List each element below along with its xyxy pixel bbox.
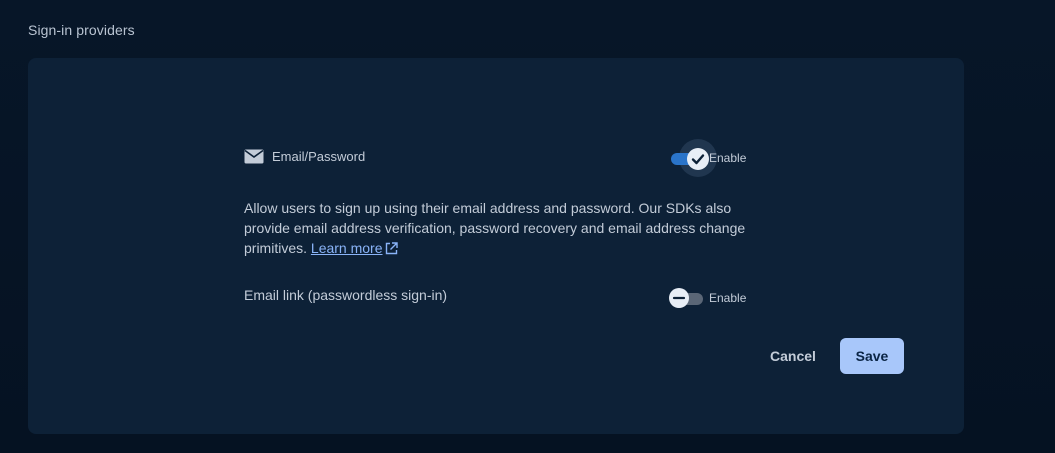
page: Sign-in providers Email/Password Enable …	[0, 0, 1055, 453]
learn-more-label[interactable]: Learn more	[311, 240, 383, 256]
email-password-toggle[interactable]	[669, 139, 717, 177]
email-password-description: Allow users to sign up using their email…	[244, 198, 754, 258]
toggle-thumb	[687, 148, 709, 170]
email-password-row: Email/Password Enable	[244, 139, 748, 177]
sign-in-provider-panel: Email/Password Enable Allow users to sig…	[28, 58, 964, 434]
email-link-toggle[interactable]	[669, 288, 705, 308]
cancel-button[interactable]: Cancel	[756, 339, 830, 373]
save-button[interactable]: Save	[840, 338, 904, 374]
minus-icon	[672, 296, 686, 300]
mail-icon	[244, 149, 264, 164]
email-link-enable-label: Enable	[709, 291, 747, 305]
email-password-label: Email/Password	[272, 149, 366, 164]
toggle-thumb	[669, 288, 689, 308]
section-title: Sign-in providers	[28, 22, 135, 38]
open-in-new-icon[interactable]	[385, 242, 398, 255]
check-icon	[691, 154, 705, 165]
email-link-label: Email link (passwordless sign-in)	[244, 287, 448, 303]
learn-more-link[interactable]: Learn more	[311, 240, 398, 256]
email-password-enable-label: Enable	[709, 151, 747, 165]
email-link-row: Email link (passwordless sign-in) Enable	[244, 285, 748, 309]
